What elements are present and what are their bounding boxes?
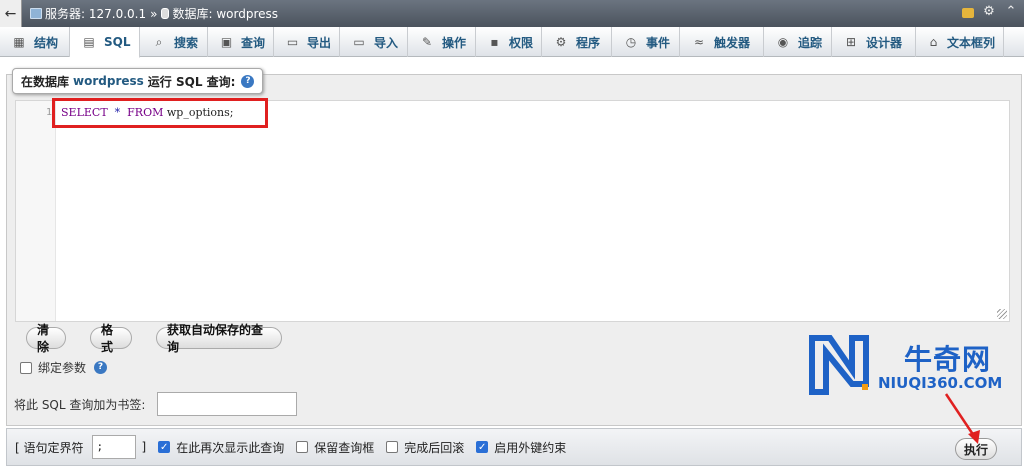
tab-label: 事件 [646,35,671,50]
opt-keep-box-label: 保留查询框 [314,440,375,455]
sql-editor[interactable]: 1 SELECT * FROM wp_options; [15,100,1010,322]
tab-routines[interactable]: ⚙ 程序 [542,27,612,57]
bind-params-checkbox[interactable] [20,361,32,374]
breadcrumb: 服务器: 127.0.0.1 » 数据库: wordpress [30,5,278,22]
tab-query[interactable]: ▣ 查询 [208,27,274,57]
bind-params-label: 绑定参数 [38,361,87,375]
eye-icon: ◉ [777,35,789,49]
breadcrumb-server[interactable]: 服务器: 127.0.0.1 [45,5,146,22]
watermark-n-icon [809,335,869,395]
back-arrow-icon[interactable]: ← [0,0,22,27]
sql-legend: 在数据库 wordpress 运行 SQL 查询: ? [12,68,264,94]
red-highlight-box [52,98,268,128]
lock-icon[interactable] [962,8,974,18]
get-autosaved-query-button[interactable]: 获取自动保存的查询 [156,323,282,354]
top-breadcrumb-bar: ← 服务器: 127.0.0.1 » 数据库: wordpress ⚙ ⌃ [0,0,1024,27]
tab-label: 程序 [576,35,601,50]
opt-fk[interactable]: ✓ 启用外键约束 [476,439,566,456]
tab-trigger[interactable]: ≈ 触发器 [680,27,764,57]
delimiter-input[interactable]: ; [91,435,136,459]
tab-label: 追踪 [798,35,823,50]
opt-show-again-label: 在此再次显示此查询 [176,440,285,455]
query-icon: ▣ [220,35,233,49]
tab-home[interactable]: ⌂ 文本框列 [916,27,1004,57]
tab-import[interactable]: ▭ 导入 [340,27,408,57]
delimiter-close: ] [141,440,147,454]
watermark-logo: 牛奇网 NIUQI360.COM [808,334,1018,396]
home-icon: ⌂ [929,35,938,49]
watermark-cn-text: 牛奇网 [904,343,992,376]
legend-suffix: 运行 SQL 查询: [147,74,236,89]
bookmark-label: 将此 SQL 查询加为书签: [14,397,146,412]
line-gutter [16,101,56,321]
legend-dbname: wordpress [73,74,144,88]
search-icon: ⌕ [155,35,163,49]
tab-clock[interactable]: ◷ 事件 [612,27,680,57]
red-arrow-annotation [944,393,980,444]
wrench-icon: ✎ [421,35,433,49]
tab-label: 结构 [34,35,59,50]
structure-icon: ▦ [13,35,25,49]
resize-handle-icon[interactable] [997,309,1007,319]
server-icon [30,8,42,19]
tab-label: SQL [104,35,131,49]
opt-rollback-label: 完成后回滚 [404,440,465,455]
tab-bar: ▦ 结构 ▤ SQL ⌕ 搜索 ▣ 查询 ▭ 导出 ▭ 导入 ✎ 操作 ▪ 权限 ⚙ 程序 ◷ 事件 ≈ 触发器 ◉ 追踪 ⊞ 设… [0,27,1024,58]
checkbox-fk[interactable]: ✓ [476,441,489,453]
bottom-options-bar: [ 语句定界符 ; ] ✓ 在此再次显示此查询 保留查询框 完成后回滚 ✓ 启用… [6,428,1022,466]
routines-icon: ⚙ [555,35,567,49]
tab-search[interactable]: ⌕ 搜索 [140,27,208,57]
trigger-icon: ≈ [693,35,705,49]
tab-label: 操作 [442,35,467,50]
tab-label: 设计器 [866,35,903,50]
bookmark-input[interactable] [157,392,298,416]
export-icon: ▭ [286,35,299,49]
sql-icon: ▤ [83,35,95,49]
tab-label: 查询 [240,35,265,50]
bookmark-row: 将此 SQL 查询加为书签: [14,392,298,416]
tab-structure[interactable]: ▦ 结构 [0,27,70,57]
breadcrumb-database[interactable]: 数据库: wordpress [172,5,278,22]
tab-label: 文本框列 [946,35,995,50]
tab-label: 导出 [306,35,331,50]
tab-label: 导入 [374,35,399,50]
gear-icon[interactable]: ⚙ [982,5,996,19]
checkbox-show-again[interactable]: ✓ [158,441,171,453]
delimiter-label: [ 语句定界符 [15,440,84,455]
tab-export[interactable]: ▭ 导出 [274,27,340,57]
collapse-icon[interactable]: ⌃ [1004,5,1018,19]
designer-icon: ⊞ [845,35,857,49]
format-button[interactable]: 格式 [90,323,132,354]
bind-params-row: 绑定参数 ? [20,359,108,376]
tab-wrench[interactable]: ✎ 操作 [408,27,476,57]
tab-label: 触发器 [714,35,751,50]
legend-prefix: 在数据库 [21,74,70,89]
tab-sql[interactable]: ▤ SQL [70,27,140,58]
help-icon[interactable]: ? [241,74,255,88]
help-icon[interactable]: ? [94,361,108,374]
privileges-icon: ▪ [490,35,499,49]
checkbox-keep-box[interactable] [296,441,309,453]
database-icon [161,8,170,19]
checkbox-rollback[interactable] [386,441,399,453]
top-right-controls: ⚙ ⌃ [962,5,1018,19]
import-icon: ▭ [353,35,365,49]
tab-designer[interactable]: ⊞ 设计器 [832,27,916,57]
opt-keep-box[interactable]: 保留查询框 [296,439,374,456]
opt-rollback[interactable]: 完成后回滚 [386,439,464,456]
breadcrumb-separator: » [150,6,158,21]
opt-fk-label: 启用外键约束 [494,440,567,455]
tab-label: 权限 [508,35,533,50]
clock-icon: ◷ [625,35,637,49]
opt-show-again[interactable]: ✓ 在此再次显示此查询 [158,439,284,456]
tab-eye[interactable]: ◉ 追踪 [764,27,832,57]
clear-button[interactable]: 清除 [26,323,66,354]
tab-label: 搜索 [174,35,199,50]
tab-privileges[interactable]: ▪ 权限 [476,27,542,57]
